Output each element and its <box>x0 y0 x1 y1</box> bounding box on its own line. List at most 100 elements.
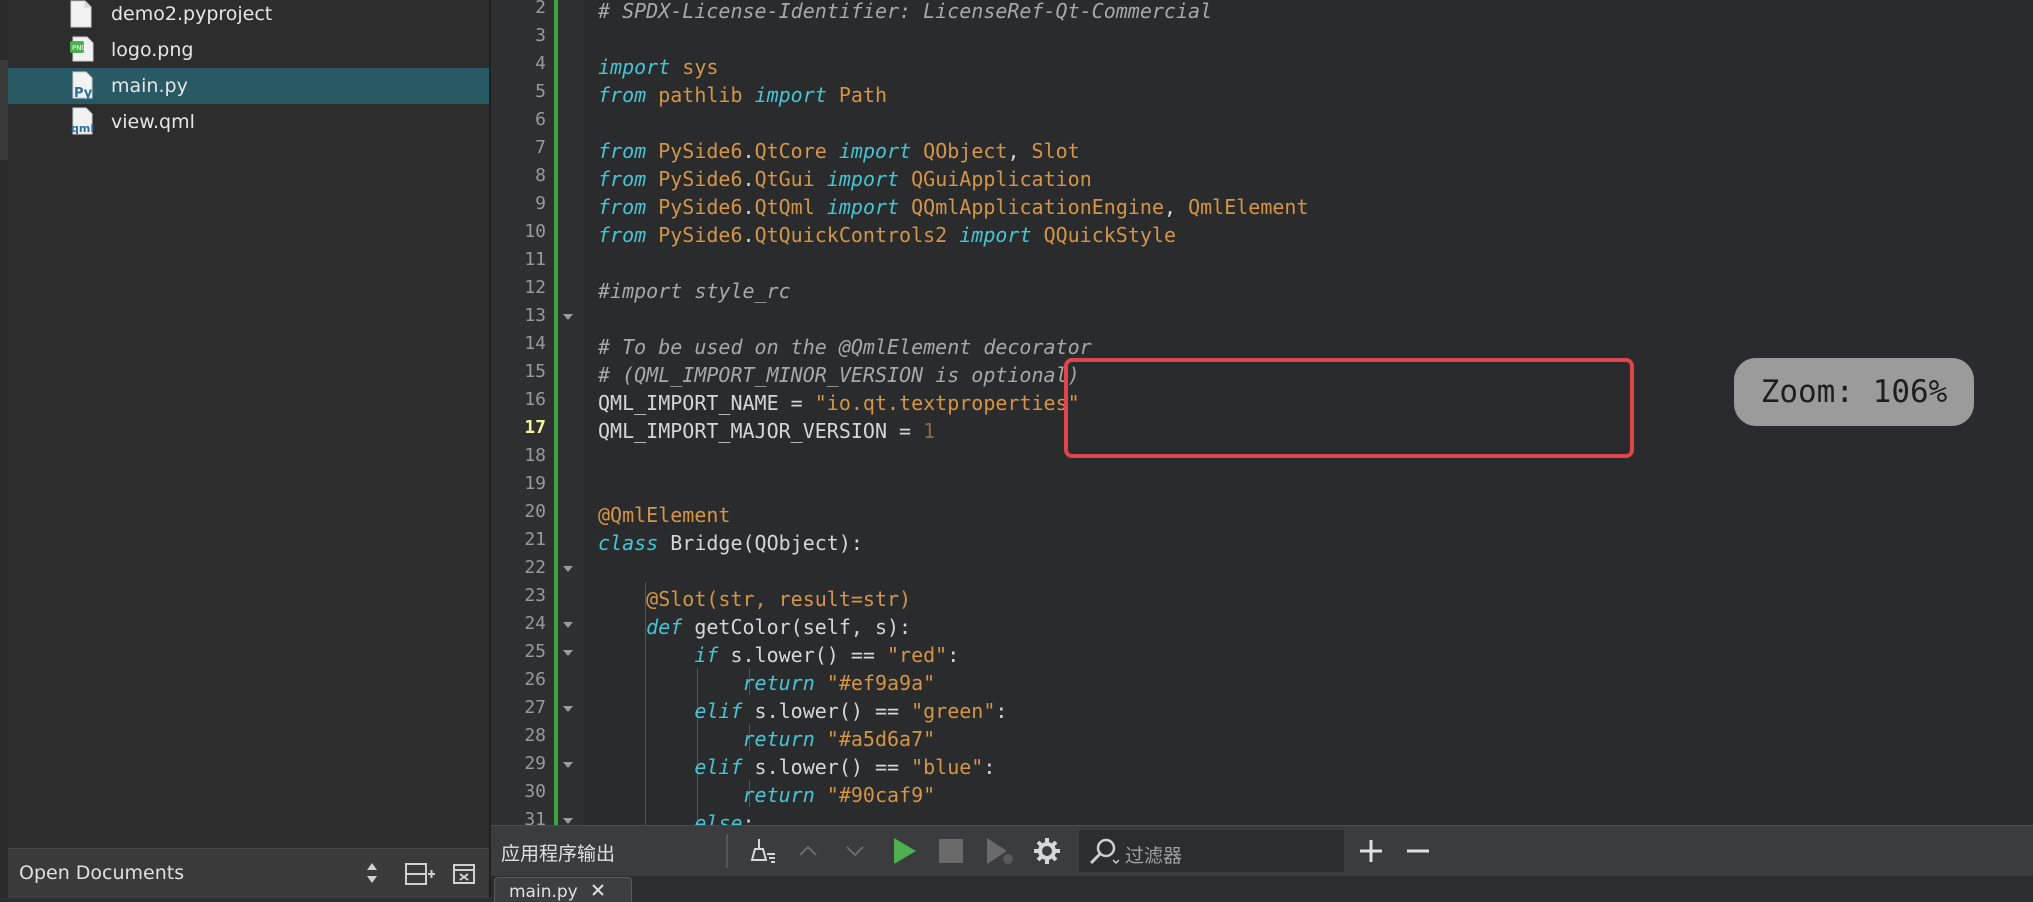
code-line[interactable]: return "#ef9a9a" <box>598 669 936 697</box>
output-filter-input[interactable]: 过滤器 <box>1079 830 1344 872</box>
line-number: 25 <box>524 641 546 662</box>
line-number: 12 <box>524 277 546 298</box>
line-number: 29 <box>524 753 546 774</box>
line-number: 6 <box>535 109 546 130</box>
line-number: 13 <box>524 305 546 326</box>
line-number-current: 17 <box>524 417 546 438</box>
code-line[interactable]: elif s.lower() == "blue": <box>598 753 995 781</box>
application-output-toolbar: 应用程序输出 过滤器 <box>491 825 2033 876</box>
line-number: 24 <box>524 613 546 634</box>
file-name: main.py <box>111 75 188 97</box>
line-number: 15 <box>524 361 546 382</box>
fold-arrow-icon[interactable] <box>563 762 573 768</box>
toolbar-separator <box>726 834 728 868</box>
code-line[interactable]: if s.lower() == "red": <box>598 641 959 669</box>
stop-icon[interactable] <box>935 834 967 868</box>
line-number: 9 <box>535 193 546 214</box>
search-icon <box>1089 838 1120 870</box>
line-number: 16 <box>524 389 546 410</box>
file-item-main-py[interactable]: Py main.py <box>8 68 489 104</box>
code-line[interactable]: from PySide6.QtGui import QGuiApplicatio… <box>598 165 1092 193</box>
change-indicator-bar <box>554 0 558 825</box>
code-line[interactable]: from PySide6.QtQml import QQmlApplicatio… <box>598 193 1309 221</box>
settings-gear-icon[interactable] <box>1031 834 1063 868</box>
fold-arrow-icon[interactable] <box>563 650 573 656</box>
fold-marker-column <box>554 0 584 825</box>
code-line[interactable]: @Slot(str, result=str) <box>598 585 911 613</box>
split-view-icon[interactable] <box>404 862 436 886</box>
updown-arrows-icon[interactable] <box>365 861 379 885</box>
code-line[interactable]: QML_IMPORT_NAME = "io.qt.textproperties" <box>598 389 1080 417</box>
output-tab-strip: main.py <box>491 876 2033 902</box>
fold-arrow-icon[interactable] <box>563 566 573 572</box>
line-number: 19 <box>524 473 546 494</box>
project-tree-pane: demo2.pyproject PNG logo.png Py main.py … <box>8 0 489 848</box>
svg-text:PNG: PNG <box>72 44 87 52</box>
output-pane-title: 应用程序输出 <box>501 843 616 865</box>
next-icon[interactable] <box>840 834 870 868</box>
line-number: 23 <box>524 585 546 606</box>
mode-strip-marker <box>0 60 8 160</box>
fold-arrow-icon[interactable] <box>563 706 573 712</box>
close-pane-icon[interactable] <box>452 863 476 885</box>
file-name: logo.png <box>111 39 194 61</box>
line-number: 7 <box>535 137 546 158</box>
line-number: 14 <box>524 333 546 354</box>
code-editor[interactable]: 2 3 4 5 6 7 8 9 10 11 12 13 14 15 16 17 … <box>491 0 2033 830</box>
line-number: 5 <box>535 81 546 102</box>
file-name: view.qml <box>111 111 195 133</box>
clear-output-icon[interactable] <box>745 834 779 868</box>
line-number: 28 <box>524 725 546 746</box>
line-number: 2 <box>535 0 546 18</box>
open-documents-label[interactable]: Open Documents <box>19 862 184 884</box>
file-name: demo2.pyproject <box>111 3 273 25</box>
code-line[interactable]: class Bridge(QObject): <box>598 529 863 557</box>
code-line[interactable]: return "#a5d6a7" <box>598 725 936 753</box>
code-line[interactable]: # (QML_IMPORT_MINOR_VERSION is optional) <box>598 361 1080 389</box>
svg-text:qml: qml <box>71 122 94 135</box>
line-number: 18 <box>524 445 546 466</box>
highlight-annotation-box <box>1064 358 1634 458</box>
line-number-gutter: 2 3 4 5 6 7 8 9 10 11 12 13 14 15 16 17 … <box>491 0 554 830</box>
code-line[interactable]: @QmlElement <box>598 501 730 529</box>
line-number: 21 <box>524 529 546 550</box>
fold-arrow-icon[interactable] <box>563 622 573 628</box>
blank-file-icon <box>70 0 96 30</box>
code-line[interactable]: # To be used on the @QmlElement decorato… <box>598 333 1092 361</box>
line-number: 20 <box>524 501 546 522</box>
line-number: 30 <box>524 781 546 802</box>
code-line[interactable]: # SPDX-License-Identifier: LicenseRef-Qt… <box>598 0 1212 25</box>
zoom-indicator: Zoom: 106% <box>1734 358 1974 426</box>
line-number: 10 <box>524 221 546 242</box>
qml-file-icon: qml <box>70 107 96 137</box>
code-line[interactable]: QML_IMPORT_MAJOR_VERSION = 1 <box>598 417 935 445</box>
fold-arrow-icon[interactable] <box>563 314 573 320</box>
line-number: 3 <box>535 25 546 46</box>
run-icon[interactable] <box>888 834 920 868</box>
code-line[interactable]: import sys <box>598 53 718 81</box>
close-tab-icon[interactable] <box>591 882 605 901</box>
zoom-in-plus-icon[interactable] <box>1354 834 1388 868</box>
code-line[interactable]: from PySide6.QtCore import QObject, Slot <box>598 137 1080 165</box>
code-line[interactable]: #import style_rc <box>598 277 791 305</box>
previous-icon[interactable] <box>793 834 823 868</box>
line-number: 11 <box>524 249 546 270</box>
file-item-logo-png[interactable]: PNG logo.png <box>8 32 489 68</box>
output-tab-main-py[interactable]: main.py <box>494 877 632 902</box>
filter-placeholder: 过滤器 <box>1125 845 1183 867</box>
file-item-view-qml[interactable]: qml view.qml <box>8 104 489 140</box>
code-line[interactable]: def getColor(self, s): <box>598 613 911 641</box>
code-line[interactable]: elif s.lower() == "green": <box>598 697 1007 725</box>
zoom-out-minus-icon[interactable] <box>1401 834 1435 868</box>
fold-arrow-icon[interactable] <box>563 818 573 824</box>
code-line[interactable]: return "#90caf9" <box>598 781 936 809</box>
output-tab-label: main.py <box>509 882 578 902</box>
code-line[interactable]: from PySide6.QtQuickControls2 import QQu… <box>598 221 1176 249</box>
image-file-icon: PNG <box>70 35 96 65</box>
attach-debugger-icon[interactable] <box>982 834 1016 868</box>
svg-text:Py: Py <box>74 86 93 101</box>
code-line[interactable]: else: <box>598 809 754 825</box>
code-line[interactable]: from pathlib import Path <box>598 81 887 109</box>
file-item-demo2-pyproject[interactable]: demo2.pyproject <box>8 0 489 32</box>
line-number: 22 <box>524 557 546 578</box>
